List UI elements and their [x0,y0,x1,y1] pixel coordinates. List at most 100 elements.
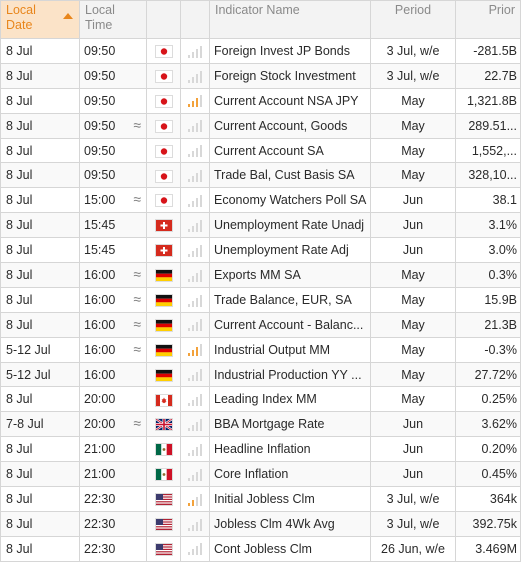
table-row[interactable]: 8 Jul 09:50 Current Account SA May 1,552,... [0,137,521,164]
table-row[interactable]: 8 Jul 09:50 ≈ Current Account, Goods May 289.… [0,112,521,139]
table-row[interactable]: 8 Jul 21:00 Headline Inflation Jun 0.20% [0,436,521,463]
local-date-cell: 8 Jul [0,162,80,189]
local-time-cell: 09:50 [79,38,147,64]
column-header-country[interactable] [146,0,181,39]
jp-flag-icon [154,194,173,208]
prior-cell: 3.469M [455,535,521,562]
local-date-cell: 8 Jul [0,87,80,114]
us-flag-icon [154,542,173,556]
country-cell [146,336,181,363]
importance-bars-icon [188,70,202,83]
mx-flag-icon [154,468,173,482]
local-time-value: 21:00 [84,467,116,482]
column-header-indicator-name[interactable]: Indicator Name [209,0,371,39]
table-row[interactable]: 8 Jul 09:50 Foreign Stock Investment 3 Jul,… [0,62,521,89]
country-cell [146,187,181,214]
period-cell: May [370,386,456,413]
table-row[interactable]: 8 Jul 20:00 Leading Index MM May 0.25% [0,386,521,413]
indicator-name-cell: Foreign Invest JP Bonds [209,38,371,64]
approximate-time-icon: ≈ [133,266,141,283]
local-time-cell: 16:00 ≈ [79,336,147,363]
table-row[interactable]: 8 Jul 15:45 Unemployment Rate Unadj Jun 3.1% [0,212,521,239]
table-row[interactable]: 8 Jul 09:50 Foreign Invest JP Bonds 3 Jul, … [0,38,521,64]
importance-cell [180,336,210,363]
prior-cell: 0.25% [455,386,521,413]
local-time-value: 15:45 [84,218,116,233]
us-flag-icon [154,493,173,507]
local-time-value: 22:30 [84,491,116,506]
table-row[interactable]: 5-12 Jul 16:00 ≈ Industrial Output MM May -0.… [0,336,521,363]
approximate-time-icon: ≈ [133,315,141,332]
table-row[interactable]: 5-12 Jul 16:00 Industrial Production YY ..… [0,361,521,388]
table-row[interactable]: 8 Jul 21:00 Core Inflation Jun 0.45% [0,461,521,488]
column-header-label: Local Date [6,3,36,32]
table-row[interactable]: 8 Jul 22:30 Jobless Clm 4Wk Avg 3 Jul, w/e 3… [0,510,521,537]
local-time-value: 16:00 [84,317,116,332]
local-time-value: 09:50 [84,118,116,133]
local-time-value: 16:00 [84,267,116,282]
importance-cell [180,461,210,488]
importance-cell [180,361,210,388]
table-row[interactable]: 8 Jul 22:30 Cont Jobless Clm 26 Jun, w/e 3.4… [0,535,521,562]
prior-cell: 3.1% [455,212,521,239]
importance-bars-icon [188,145,202,158]
period-cell: Jun [370,237,456,264]
indicator-name-cell: Trade Bal, Cust Basis SA [209,162,371,189]
period-cell: 3 Jul, w/e [370,486,456,512]
importance-cell [180,187,210,214]
importance-bars-icon [188,443,202,456]
de-flag-icon [154,318,173,332]
column-header-local-time[interactable]: Local Time [79,0,147,39]
table-row[interactable]: 8 Jul 09:50 Trade Bal, Cust Basis SA May 328… [0,162,521,189]
table-row[interactable]: 8 Jul 15:00 ≈ Economy Watchers Poll SA Jun 38… [0,187,521,214]
column-header-importance[interactable] [180,0,210,39]
period-cell: May [370,336,456,363]
country-cell [146,286,181,313]
country-cell [146,87,181,114]
table-row[interactable]: 8 Jul 16:00 ≈ Exports MM SA May 0.3% [0,262,521,288]
importance-bars-icon [188,369,202,382]
header-row: Local Date Local Time Indicator Name Per… [0,0,521,39]
local-date-cell: 8 Jul [0,112,80,139]
local-date-cell: 8 Jul [0,38,80,64]
period-cell: Jun [370,461,456,488]
indicator-name-cell: Unemployment Rate Unadj [209,212,371,239]
de-flag-icon [154,368,173,382]
local-date-cell: 8 Jul [0,386,80,413]
prior-cell: 0.3% [455,262,521,288]
local-time-cell: 16:00 [79,361,147,388]
local-time-value: 09:50 [84,68,116,83]
country-cell [146,212,181,239]
prior-cell: 21.3B [455,311,521,338]
importance-bars-icon [188,244,202,257]
prior-cell: 392.75k [455,510,521,537]
column-header-period[interactable]: Period [370,0,456,39]
jp-flag-icon [154,45,173,59]
table-row[interactable]: 8 Jul 16:00 ≈ Current Account - Balanc... Ma… [0,311,521,338]
column-header-prior[interactable]: Prior [455,0,521,39]
table-row[interactable]: 8 Jul 16:00 ≈ Trade Balance, EUR, SA May 15.9… [0,286,521,313]
period-cell: May [370,112,456,139]
local-time-cell: 20:00 ≈ [79,411,147,438]
local-date-cell: 8 Jul [0,62,80,89]
local-time-cell: 21:00 [79,436,147,463]
importance-bars-icon [188,394,202,407]
importance-bars-icon [188,170,202,183]
table-row[interactable]: 8 Jul 09:50 Current Account NSA JPY May 1,32… [0,87,521,114]
local-time-cell: 16:00 ≈ [79,286,147,313]
indicator-name-cell: Unemployment Rate Adj [209,237,371,264]
local-time-value: 09:50 [84,168,116,183]
local-time-value: 16:00 [84,342,116,357]
local-date-cell: 8 Jul [0,535,80,562]
local-time-value: 20:00 [84,392,116,407]
jp-flag-icon [154,69,173,83]
table-row[interactable]: 8 Jul 15:45 Unemployment Rate Adj Jun 3.0% [0,237,521,264]
importance-bars-icon [188,95,202,108]
table-row[interactable]: 8 Jul 22:30 Initial Jobless Clm 3 Jul, w/e 3… [0,486,521,512]
local-date-cell: 8 Jul [0,510,80,537]
table-row[interactable]: 7-8 Jul 20:00 ≈ BBA Mortgage Rate Jun 3.62% [0,411,521,438]
importance-cell [180,212,210,239]
de-flag-icon [154,293,173,307]
column-header-local-date[interactable]: Local Date [0,0,80,39]
local-date-cell: 8 Jul [0,461,80,488]
